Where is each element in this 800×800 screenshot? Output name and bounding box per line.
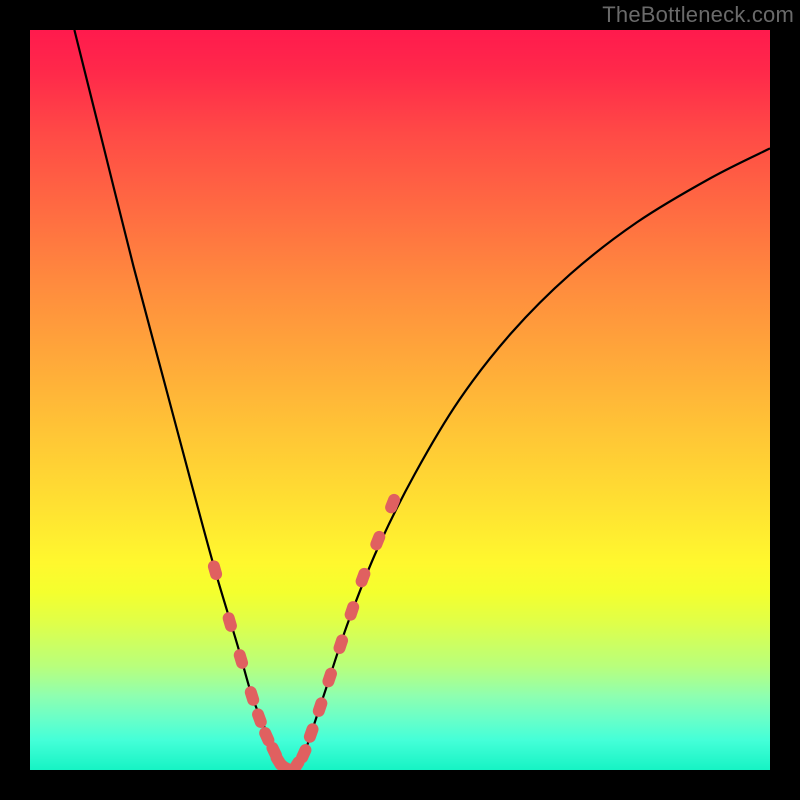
curves-svg: [30, 30, 770, 770]
chart-frame: TheBottleneck.com: [0, 0, 800, 800]
data-marker: [302, 722, 320, 745]
data-marker: [250, 707, 268, 730]
data-marker: [294, 742, 313, 765]
data-marker: [221, 611, 238, 634]
data-marker: [277, 760, 300, 770]
data-marker: [332, 633, 350, 656]
data-marker: [286, 754, 307, 770]
bottleneck-curve: [74, 30, 770, 770]
data-marker: [243, 685, 260, 708]
data-marker: [369, 529, 388, 552]
data-marker: [206, 559, 223, 582]
data-marker: [264, 740, 284, 763]
watermark-text: TheBottleneck.com: [602, 2, 794, 28]
data-marker: [257, 725, 276, 748]
data-marker: [354, 566, 372, 589]
data-marker: [232, 648, 249, 671]
data-marker: [383, 492, 402, 515]
data-marker: [321, 666, 339, 689]
plot-area: [30, 30, 770, 770]
data-marker: [311, 696, 329, 719]
data-marker: [272, 756, 295, 770]
data-marker: [343, 600, 361, 623]
data-marker: [268, 749, 289, 770]
